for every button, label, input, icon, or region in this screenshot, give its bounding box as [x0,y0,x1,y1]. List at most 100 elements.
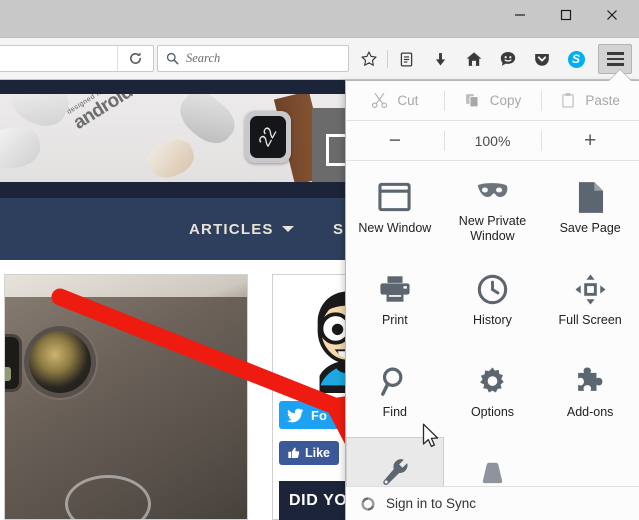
sidebar-item-articles[interactable]: ARTICLES [189,221,294,238]
panel-pointer-tip [609,70,631,81]
phone-photo [5,297,247,519]
reload-icon [130,52,141,64]
hamburger-line [606,57,624,61]
copy-pages-icon [465,94,479,108]
facebook-like-label: Like [305,446,331,460]
hamburger-line [606,52,624,55]
feedback-smiley-button[interactable] [491,45,525,73]
print-label: Print [381,313,408,327]
menu-item-print[interactable]: Print [346,253,444,345]
phone-flash-module [5,337,19,389]
bookmark-star-button[interactable] [352,45,386,73]
new-private-window-label: New Private Window [458,213,527,243]
maximize-button[interactable] [543,0,589,30]
mask-icon [475,171,509,209]
close-button[interactable] [589,0,635,30]
clipboard-icon [400,51,412,67]
downloads-button[interactable] [423,45,457,73]
save-page-label: Save Page [559,221,621,235]
new-window-label: New Window [358,221,432,235]
reload-button[interactable] [117,46,153,71]
puzzle-piece-icon [575,362,606,400]
printer-icon [379,270,411,308]
hamburger-line [606,63,624,66]
facebook-like-button[interactable]: Like [279,441,340,465]
toolbar-separator [387,50,388,68]
gear-icon [477,362,508,400]
cut-label: Cut [397,93,419,108]
zoom-out-button[interactable]: − [346,121,444,160]
sidebar-item-s[interactable]: S [333,221,344,238]
menu-item-new-window[interactable]: New Window [346,161,444,253]
search-input[interactable]: Search [186,51,220,66]
zoom-reset-button[interactable]: 100% [443,121,542,160]
paste-label: Paste [585,93,620,108]
search-bar[interactable]: Search [157,45,349,72]
window-controls [497,0,635,38]
close-icon [607,10,617,20]
skype-button[interactable]: S [559,45,593,73]
options-label: Options [470,405,515,419]
scissors-icon [372,93,388,109]
menu-item-new-private-window[interactable]: New Private Window [444,161,542,253]
watch-strap-decor [143,134,199,182]
reading-list-button[interactable] [389,45,423,73]
paste-button[interactable]: Paste [541,81,639,120]
copy-button[interactable]: Copy [443,81,542,120]
pocket-button[interactable] [525,45,559,73]
new-window-icon [378,178,411,216]
menu-item-history[interactable]: History [444,253,542,345]
arrow-down-icon [435,52,445,65]
chevron-shield-icon [535,54,549,66]
minimize-button[interactable] [497,0,543,30]
zoom-level-label: 100% [474,132,511,149]
skype-icon: S [567,50,585,68]
zoom-out-label: − [388,129,401,152]
nav-s-label: S [333,220,345,238]
url-bar[interactable] [0,45,154,72]
chevron-down-icon [281,226,294,232]
phone-fingerprint-ring [65,475,151,519]
magnifier-icon [380,362,410,400]
star-icon [361,51,377,66]
nav-articles-label: ARTICLES [189,220,274,238]
sign-in-to-sync-button[interactable]: Sign in to Sync [346,486,639,520]
zoom-in-button[interactable]: + [541,121,639,160]
menu-item-add-ons[interactable]: Add-ons [541,345,639,437]
twitter-bird-icon [287,408,304,422]
house-icon [466,52,482,66]
find-label: Find [382,405,407,419]
clipboard-row: Cut Copy Paste [346,81,639,121]
home-button[interactable] [457,45,491,73]
mouse-cursor [422,423,439,448]
clipboard-icon [562,93,575,108]
add-ons-label: Add-ons [566,405,614,419]
article-thumbnail[interactable] [4,274,248,520]
window-titlebar [0,0,639,38]
menu-tile-grid: New Window New Private Window Save Page … [346,161,639,520]
minimize-icon [515,14,525,16]
twitter-follow-label: Fo [311,407,327,423]
search-icon [166,52,179,65]
smiley-icon [500,51,516,66]
smartwatch-image: 22 [245,111,291,163]
watch-strap-decor [0,123,44,173]
copy-label: Copy [489,93,522,108]
firefox-menu-panel: Cut Copy Paste − 100% + New Window New P… [345,80,639,520]
clock-icon [477,270,508,308]
zoom-in-label: + [584,129,597,152]
cut-button[interactable]: Cut [346,81,444,120]
full-screen-label: Full Screen [558,313,622,327]
page-icon [577,178,604,216]
zoom-row: − 100% + [346,121,639,161]
menu-item-full-screen[interactable]: Full Screen [541,253,639,345]
maximize-icon [560,9,572,21]
menu-item-save-page[interactable]: Save Page [541,161,639,253]
sign-in-to-sync-label: Sign in to Sync [386,496,477,511]
menu-item-options[interactable]: Options [444,345,542,437]
browser-toolbar: Search S [0,38,639,80]
ad-headline: designed for androidwear [66,94,172,135]
sync-icon [361,496,375,511]
toolbar-icon-group: S [352,44,632,74]
history-label: History [473,313,512,327]
